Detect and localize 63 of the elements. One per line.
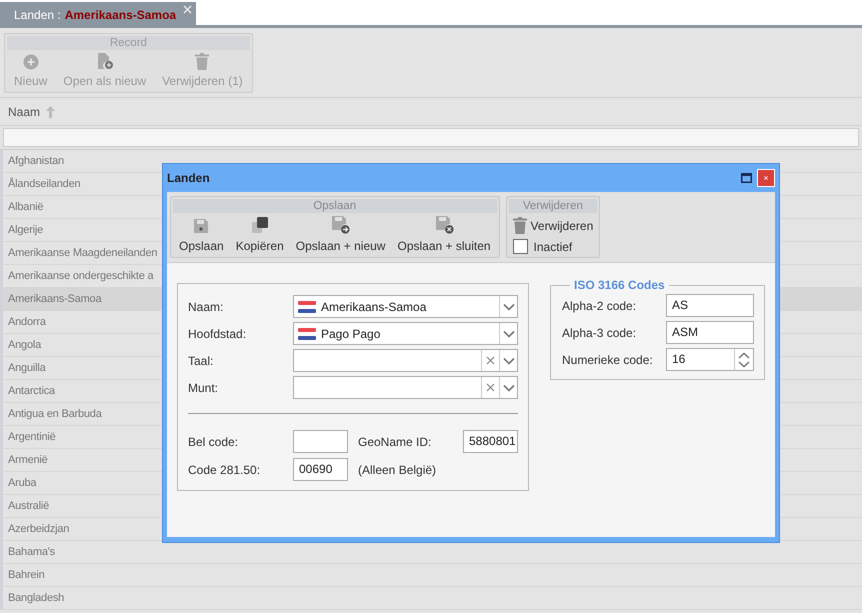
field-label: Bel code: xyxy=(188,434,240,448)
combo-box[interactable] xyxy=(293,349,518,372)
dropdown-button[interactable] xyxy=(499,377,517,398)
toolbar-button[interactable]: Opslaan + sluiten xyxy=(391,213,497,255)
input-field[interactable] xyxy=(293,430,348,453)
trash-icon xyxy=(512,217,527,234)
dropdown-button[interactable] xyxy=(499,296,517,317)
checkbox-label: Inactief xyxy=(534,240,572,254)
floppy-icon xyxy=(193,218,210,234)
field-label: Code 281.50: xyxy=(188,462,262,476)
field-label: Alpha-3 code: xyxy=(562,326,638,340)
input-field[interactable]: 00690 xyxy=(293,458,348,481)
chevron-down-icon xyxy=(502,330,514,338)
maximize-icon xyxy=(740,173,752,183)
checkbox[interactable] xyxy=(512,239,528,254)
toolbar-button[interactable]: Kopiëren xyxy=(230,214,290,255)
dropdown-button[interactable] xyxy=(499,323,517,344)
record-name: Amerikaans-Samoa xyxy=(64,8,176,22)
close-button[interactable] xyxy=(757,169,775,187)
tab-label: Landen : xyxy=(14,8,61,22)
chevron-down-icon xyxy=(502,384,514,392)
input-field[interactable]: ASM xyxy=(666,321,754,344)
toolbar-button[interactable]: Opslaan + nieuw xyxy=(290,213,392,255)
field-label: Taal: xyxy=(188,354,214,368)
field-label: Munt: xyxy=(188,380,220,394)
delete-button[interactable]: Verwijderen xyxy=(512,217,594,234)
field-label: Numerieke code: xyxy=(562,352,654,366)
group-title: Record xyxy=(7,36,250,50)
flag-icon xyxy=(298,300,316,312)
group-title: Verwijderen xyxy=(508,199,598,213)
country-row[interactable]: Bahrein xyxy=(0,564,862,587)
country-row[interactable]: Bangladesh xyxy=(0,587,862,610)
flag-icon xyxy=(298,328,316,340)
input-field[interactable]: 5880801 xyxy=(463,430,518,453)
group-title: Opslaan xyxy=(173,199,497,213)
filter-field[interactable] xyxy=(3,128,859,147)
field-label: GeoName ID: xyxy=(357,434,432,448)
field-label: Hoofdstad: xyxy=(188,326,248,340)
combo-box[interactable] xyxy=(293,376,518,399)
document-plus-icon xyxy=(96,52,114,70)
dropdown-button[interactable] xyxy=(499,350,517,371)
note-text: (Alleen België) xyxy=(357,462,438,476)
clear-icon xyxy=(486,383,495,392)
column-header[interactable]: Naam xyxy=(8,104,40,118)
sort-up-icon xyxy=(46,106,56,118)
field-label: Alpha-2 code: xyxy=(562,298,638,312)
combo-box[interactable]: Pago Pago xyxy=(293,322,518,345)
combo-box[interactable]: Amerikaans-Samoa xyxy=(293,295,518,318)
copy-icon xyxy=(250,216,269,234)
input-field[interactable]: AS xyxy=(666,294,754,317)
close-icon[interactable] xyxy=(183,5,192,14)
clear-icon xyxy=(486,356,495,365)
toolbar-button[interactable]: Opslaan xyxy=(173,216,230,255)
close-icon xyxy=(764,173,768,183)
chevron-down-icon xyxy=(502,302,514,310)
floppy-arrow-icon xyxy=(331,215,350,234)
add-icon xyxy=(22,54,39,70)
dialog-title: Landen xyxy=(167,171,211,185)
floppy-x-icon xyxy=(434,215,454,234)
panel-title: ISO 3166 Codes xyxy=(573,278,666,292)
field-label: Naam: xyxy=(188,300,224,314)
chevron-down-icon xyxy=(502,356,514,364)
trash-icon xyxy=(195,53,210,70)
